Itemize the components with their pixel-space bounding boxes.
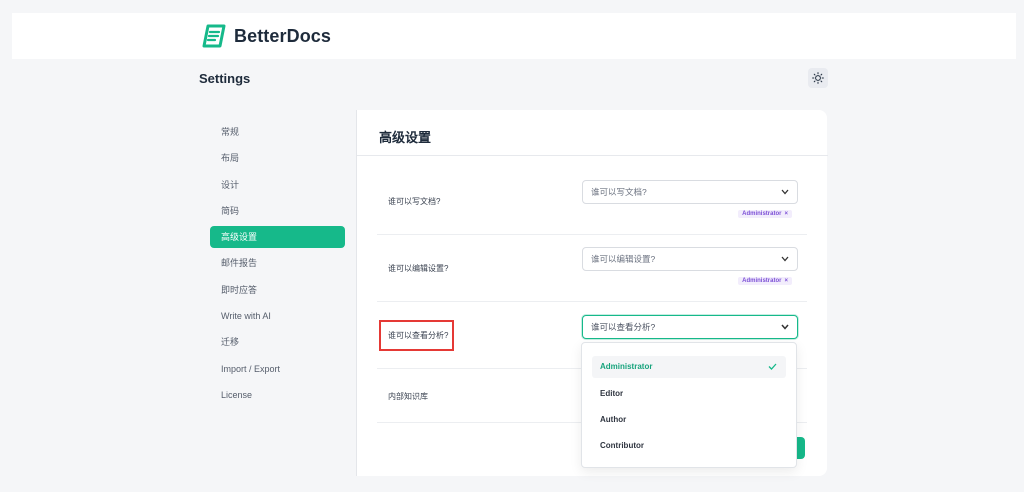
option-label: Editor bbox=[600, 389, 624, 398]
remove-tag-icon[interactable]: × bbox=[784, 278, 788, 284]
option-label: Administrator bbox=[600, 362, 653, 371]
internal-kb-label: 内部知识库 bbox=[388, 392, 428, 401]
option-editor[interactable]: Editor bbox=[592, 383, 786, 405]
option-label: Contributor bbox=[600, 441, 644, 450]
view-analytics-select[interactable]: 谁可以查看分析? bbox=[582, 315, 798, 339]
remove-tag-icon[interactable]: × bbox=[784, 211, 788, 217]
option-author[interactable]: Author bbox=[592, 409, 786, 431]
sidebar-item-shortcodes[interactable]: 简码 bbox=[210, 200, 345, 222]
settings-sidebar: 常规 布局 设计 简码 高级设置 邮件报告 即时应答 Write with AI… bbox=[199, 110, 356, 476]
view-analytics-placeholder: 谁可以查看分析? bbox=[591, 322, 656, 332]
option-contributor[interactable]: Contributor bbox=[592, 435, 786, 457]
sidebar-item-design[interactable]: 设计 bbox=[210, 174, 345, 196]
save-button[interactable] bbox=[797, 437, 805, 459]
write-docs-label: 谁可以写文档? bbox=[388, 197, 441, 206]
sidebar-item-write-with-ai[interactable]: Write with AI bbox=[210, 305, 345, 327]
theme-toggle-button[interactable] bbox=[808, 68, 828, 88]
app-logo[interactable]: BetterDocs bbox=[202, 24, 331, 48]
checkmark-icon bbox=[768, 363, 777, 370]
panel-divider bbox=[357, 155, 828, 156]
role-tag-label: Administrator bbox=[742, 211, 782, 217]
sun-icon bbox=[812, 72, 824, 84]
sidebar-item-general[interactable]: 常规 bbox=[210, 121, 345, 143]
row-separator bbox=[377, 301, 807, 302]
sidebar-item-migration[interactable]: 迁移 bbox=[210, 331, 345, 353]
write-docs-role-tag: Administrator × bbox=[738, 210, 792, 218]
chevron-down-icon bbox=[781, 189, 789, 195]
sidebar-item-import-export[interactable]: Import / Export bbox=[210, 358, 345, 380]
write-docs-placeholder: 谁可以写文档? bbox=[591, 187, 647, 197]
chevron-down-icon bbox=[781, 324, 789, 330]
row-separator bbox=[377, 234, 807, 235]
edit-settings-role-tag: Administrator × bbox=[738, 277, 792, 285]
option-administrator[interactable]: Administrator bbox=[592, 356, 786, 378]
sidebar-item-advanced[interactable]: 高级设置 bbox=[210, 226, 345, 248]
sidebar-item-instant-answer[interactable]: 即时应答 bbox=[210, 279, 345, 301]
edit-settings-label: 谁可以编辑设置? bbox=[388, 264, 449, 273]
panel-title: 高级设置 bbox=[379, 130, 432, 145]
edit-settings-placeholder: 谁可以编辑设置? bbox=[591, 254, 656, 264]
sidebar-item-license[interactable]: License bbox=[210, 384, 345, 406]
betterdocs-logo-icon bbox=[202, 24, 226, 48]
sidebar-item-email-reports[interactable]: 邮件报告 bbox=[210, 252, 345, 274]
role-dropdown-menu: Administrator Editor Author Contributor bbox=[581, 342, 797, 468]
write-docs-select[interactable]: 谁可以写文档? bbox=[582, 180, 798, 204]
top-bar: BetterDocs bbox=[12, 13, 1016, 59]
page-title: Settings bbox=[199, 71, 251, 86]
chevron-down-icon bbox=[781, 256, 789, 262]
app-name: BetterDocs bbox=[234, 25, 332, 46]
highlight-box bbox=[379, 320, 454, 351]
option-label: Author bbox=[600, 415, 627, 424]
edit-settings-select[interactable]: 谁可以编辑设置? bbox=[582, 247, 798, 271]
role-tag-label: Administrator bbox=[742, 278, 782, 284]
sidebar-item-layout[interactable]: 布局 bbox=[210, 147, 345, 169]
